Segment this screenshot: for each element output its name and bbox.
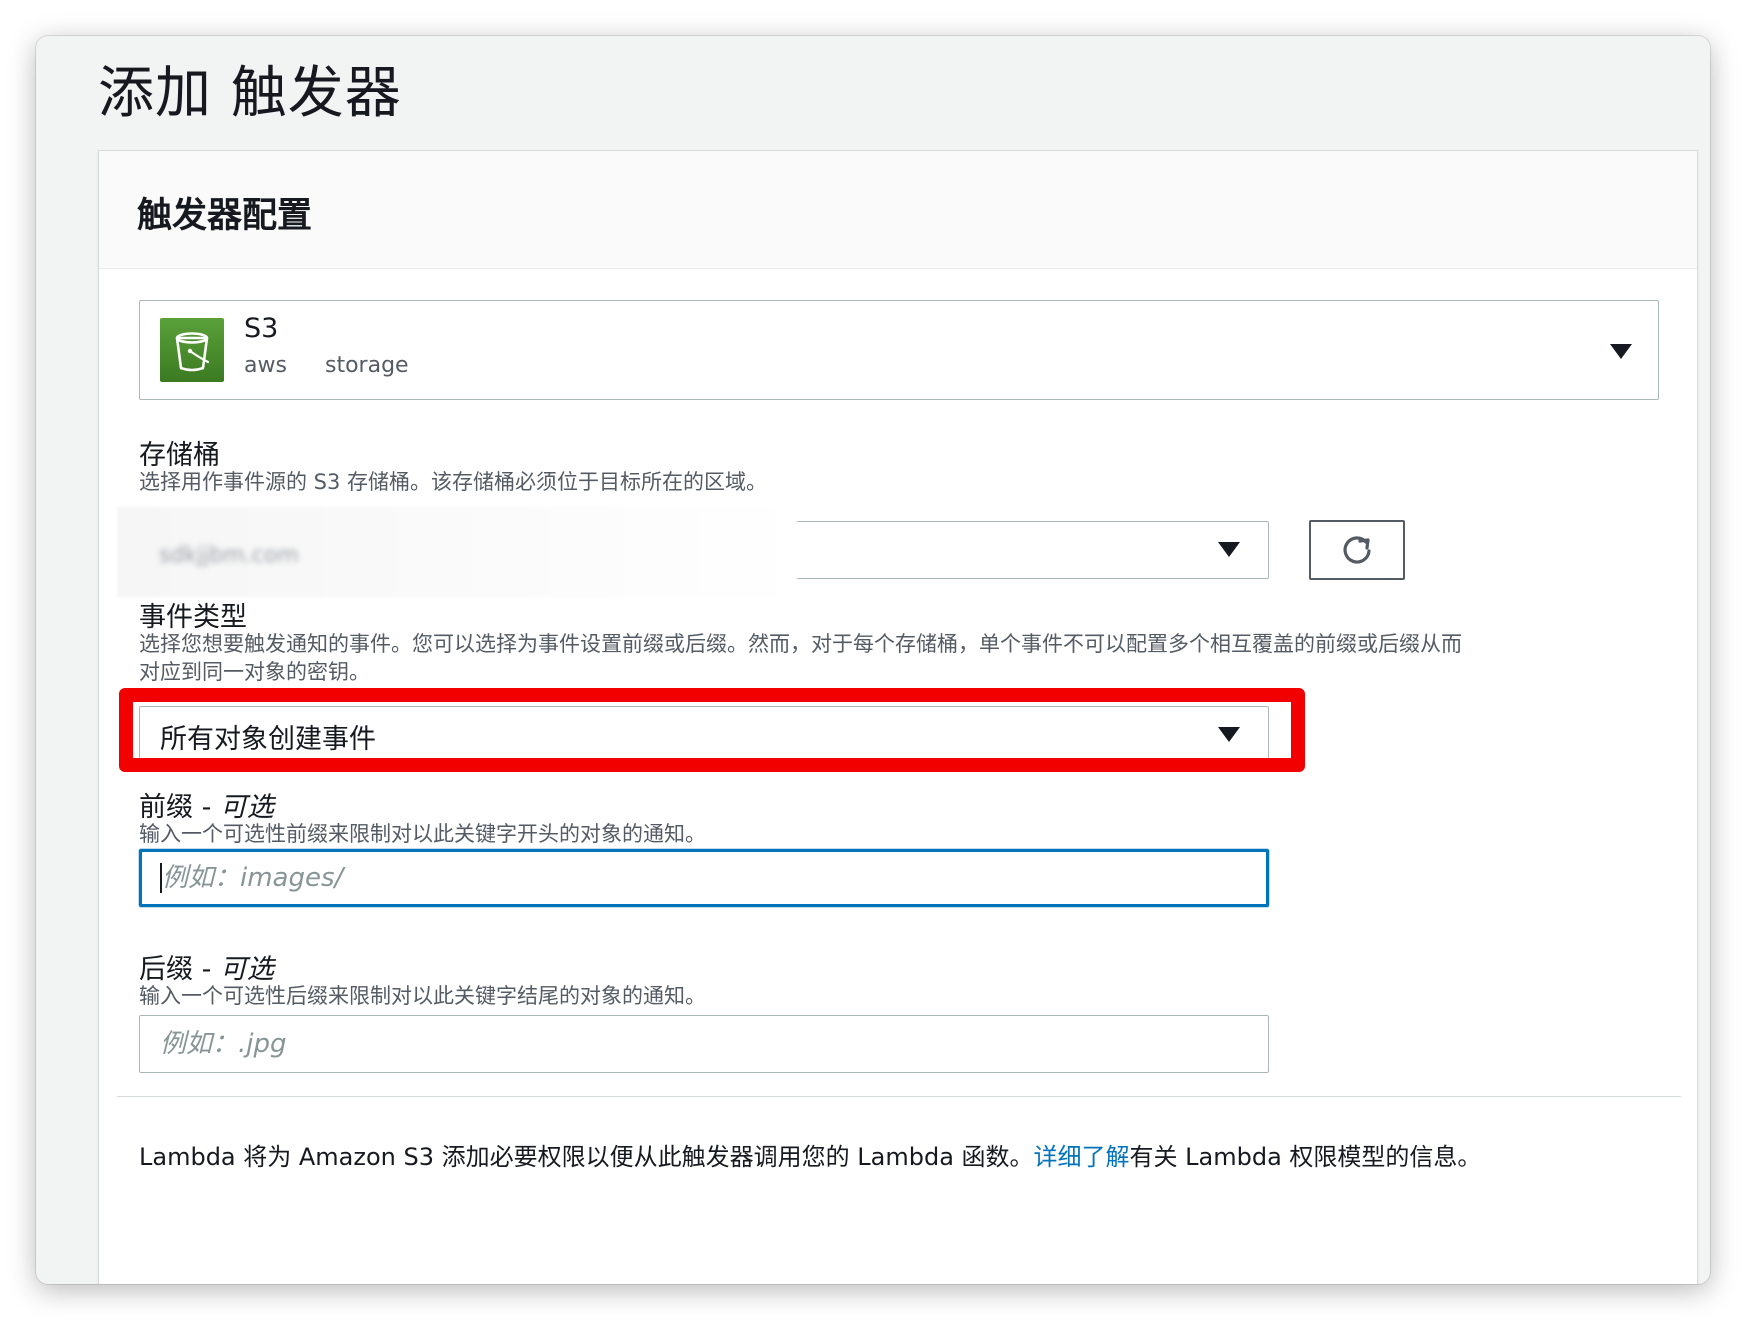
s3-bucket-icon bbox=[160, 318, 224, 382]
divider bbox=[117, 1096, 1681, 1097]
chevron-down-icon bbox=[1218, 727, 1240, 742]
service-tag-aws: aws bbox=[244, 353, 287, 378]
event-type-selected-value: 所有对象创建事件 bbox=[160, 724, 376, 755]
refresh-icon bbox=[1343, 536, 1371, 564]
panel-title: 触发器配置 bbox=[137, 196, 313, 236]
trigger-source-select[interactable]: S3 aws storage bbox=[139, 300, 1659, 400]
service-name: S3 bbox=[244, 313, 279, 344]
event-type-select[interactable]: 所有对象创建事件 bbox=[139, 706, 1269, 764]
panel-header: 触发器配置 bbox=[99, 151, 1697, 269]
refresh-button[interactable] bbox=[1309, 520, 1405, 580]
event-type-description-line1: 选择您想要触发通知的事件。您可以选择为事件设置前缀或后缀。然而，对于每个存储桶，… bbox=[139, 632, 1462, 656]
prefix-input[interactable] bbox=[139, 849, 1269, 907]
event-type-description-line2: 对应到同一对象的密钥。 bbox=[139, 660, 370, 684]
learn-more-link[interactable]: 详细了解 bbox=[1034, 1143, 1130, 1171]
text-cursor bbox=[160, 863, 162, 893]
prefix-description: 输入一个可选性前缀来限制对以此关键字开头的对象的通知。 bbox=[139, 822, 706, 846]
permissions-note: Lambda 将为 Amazon S3 添加必要权限以便从此触发器调用您的 La… bbox=[139, 1143, 1482, 1171]
chevron-down-icon bbox=[1218, 542, 1240, 557]
bucket-value: sdkjjbm.com bbox=[159, 543, 299, 568]
chevron-down-icon bbox=[1610, 344, 1632, 359]
trigger-config-panel: 触发器配置 S3 aws storage 存储桶 选择用作事件源的 S3 存储桶… bbox=[98, 150, 1698, 1284]
bucket-description: 选择用作事件源的 S3 存储桶。该存储桶必须位于目标所在的区域。 bbox=[139, 470, 768, 494]
suffix-input[interactable] bbox=[139, 1015, 1269, 1073]
service-tag-storage: storage bbox=[325, 353, 409, 378]
page-title: 添加 触发器 bbox=[98, 61, 402, 126]
suffix-description: 输入一个可选性后缀来限制对以此关键字结尾的对象的通知。 bbox=[139, 984, 706, 1008]
app-window: 添加 触发器 触发器配置 S3 aws storage 存储桶 选择用作事件源的… bbox=[36, 36, 1710, 1284]
